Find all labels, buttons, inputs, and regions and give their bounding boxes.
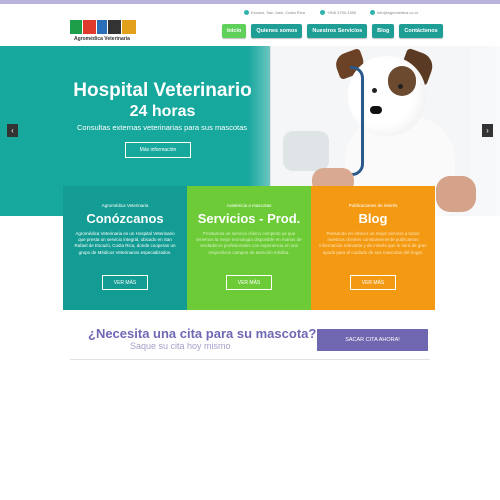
panel-title: Servicios - Prod. (197, 211, 301, 226)
nav-nuestros-servicios[interactable]: Nuestros Servicios (307, 24, 368, 38)
slider-prev-arrow-icon[interactable]: ‹ (7, 124, 18, 137)
site-header: Agromédica Veterinaria Escazú, San José,… (0, 4, 500, 46)
contact-address: Escazú, San José, Costa Rica (244, 10, 305, 15)
nav-quienes-somos[interactable]: Quienes somos (251, 24, 303, 38)
ver-mas-button[interactable]: VER MÁS (102, 275, 148, 290)
panel-kicker: Publicaciones de interés (348, 203, 398, 208)
slider-next-arrow-icon[interactable]: › (482, 124, 493, 137)
book-appointment-button[interactable]: SACAR CITA AHORA! (317, 329, 428, 351)
panel-body: Prestamos un servicio clínico completo y… (196, 231, 302, 255)
address-text: Escazú, San José, Costa Rica (251, 10, 305, 15)
vet-hand-right-graphic (436, 176, 476, 212)
location-pin-icon (244, 10, 249, 15)
nav-blog[interactable]: Blog (372, 24, 395, 38)
panel-title: Blog (358, 211, 388, 226)
panel-conozcanos: Agromédica Veterinaria Conózcanos Agromé… (63, 186, 187, 310)
phone-text: +506 4700-1590 (327, 10, 357, 15)
hero-title-24h: 24 horas (129, 103, 196, 120)
panel-kicker: Agromédica Veterinaria (101, 203, 149, 208)
logo-text: Agromédica Veterinaria (74, 36, 130, 42)
section-divider (70, 359, 430, 360)
contact-phone: +506 4700-1590 (320, 10, 356, 15)
nav-contactenos[interactable]: Contáctenos (399, 24, 443, 38)
dog-eye-patch-graphic (388, 66, 416, 96)
nav-inicio[interactable]: Inicio (222, 24, 247, 38)
contact-email[interactable]: info@agromedica.co.cr (370, 10, 418, 15)
panel-body: Agromédica Veterinaria es un Hospital Ve… (74, 231, 176, 255)
cta-title: ¿Necesita una cita para su mascota? (88, 326, 317, 341)
panel-title: Conózcanos (86, 211, 164, 226)
cta-subtitle: Saque su cita hoy mismo (130, 341, 231, 351)
vet-sleeve-graphic (283, 131, 329, 171)
dog-eye-right (398, 84, 403, 89)
dog-eye-left (372, 88, 377, 93)
mail-icon (370, 10, 375, 15)
panel-servicios: Asistencia a mascotas Servicios - Prod. … (187, 186, 311, 310)
site-logo[interactable]: Agromédica Veterinaria (70, 20, 136, 46)
panel-kicker: Asistencia a mascotas (226, 203, 272, 208)
panel-body: Pensando en ofrecer un mejor servicio a … (319, 231, 427, 255)
main-nav: Inicio Quienes somos Nuestros Servicios … (222, 24, 443, 38)
panel-blog: Publicaciones de interés Blog Pensando e… (311, 186, 435, 310)
email-text[interactable]: info@agromedica.co.cr (377, 10, 418, 15)
dog-nose (370, 106, 382, 114)
more-info-button[interactable]: Más información (125, 142, 191, 158)
ver-mas-button[interactable]: VER MÁS (350, 275, 396, 290)
hero-subtitle: Consultas externas veterinarias para sus… (76, 123, 248, 132)
logo-animals-icon (70, 20, 136, 34)
hero-title: Hospital Veterinario (73, 80, 252, 101)
phone-icon (320, 10, 325, 15)
ver-mas-button[interactable]: VER MÁS (226, 275, 272, 290)
stethoscope-graphic (350, 66, 364, 176)
